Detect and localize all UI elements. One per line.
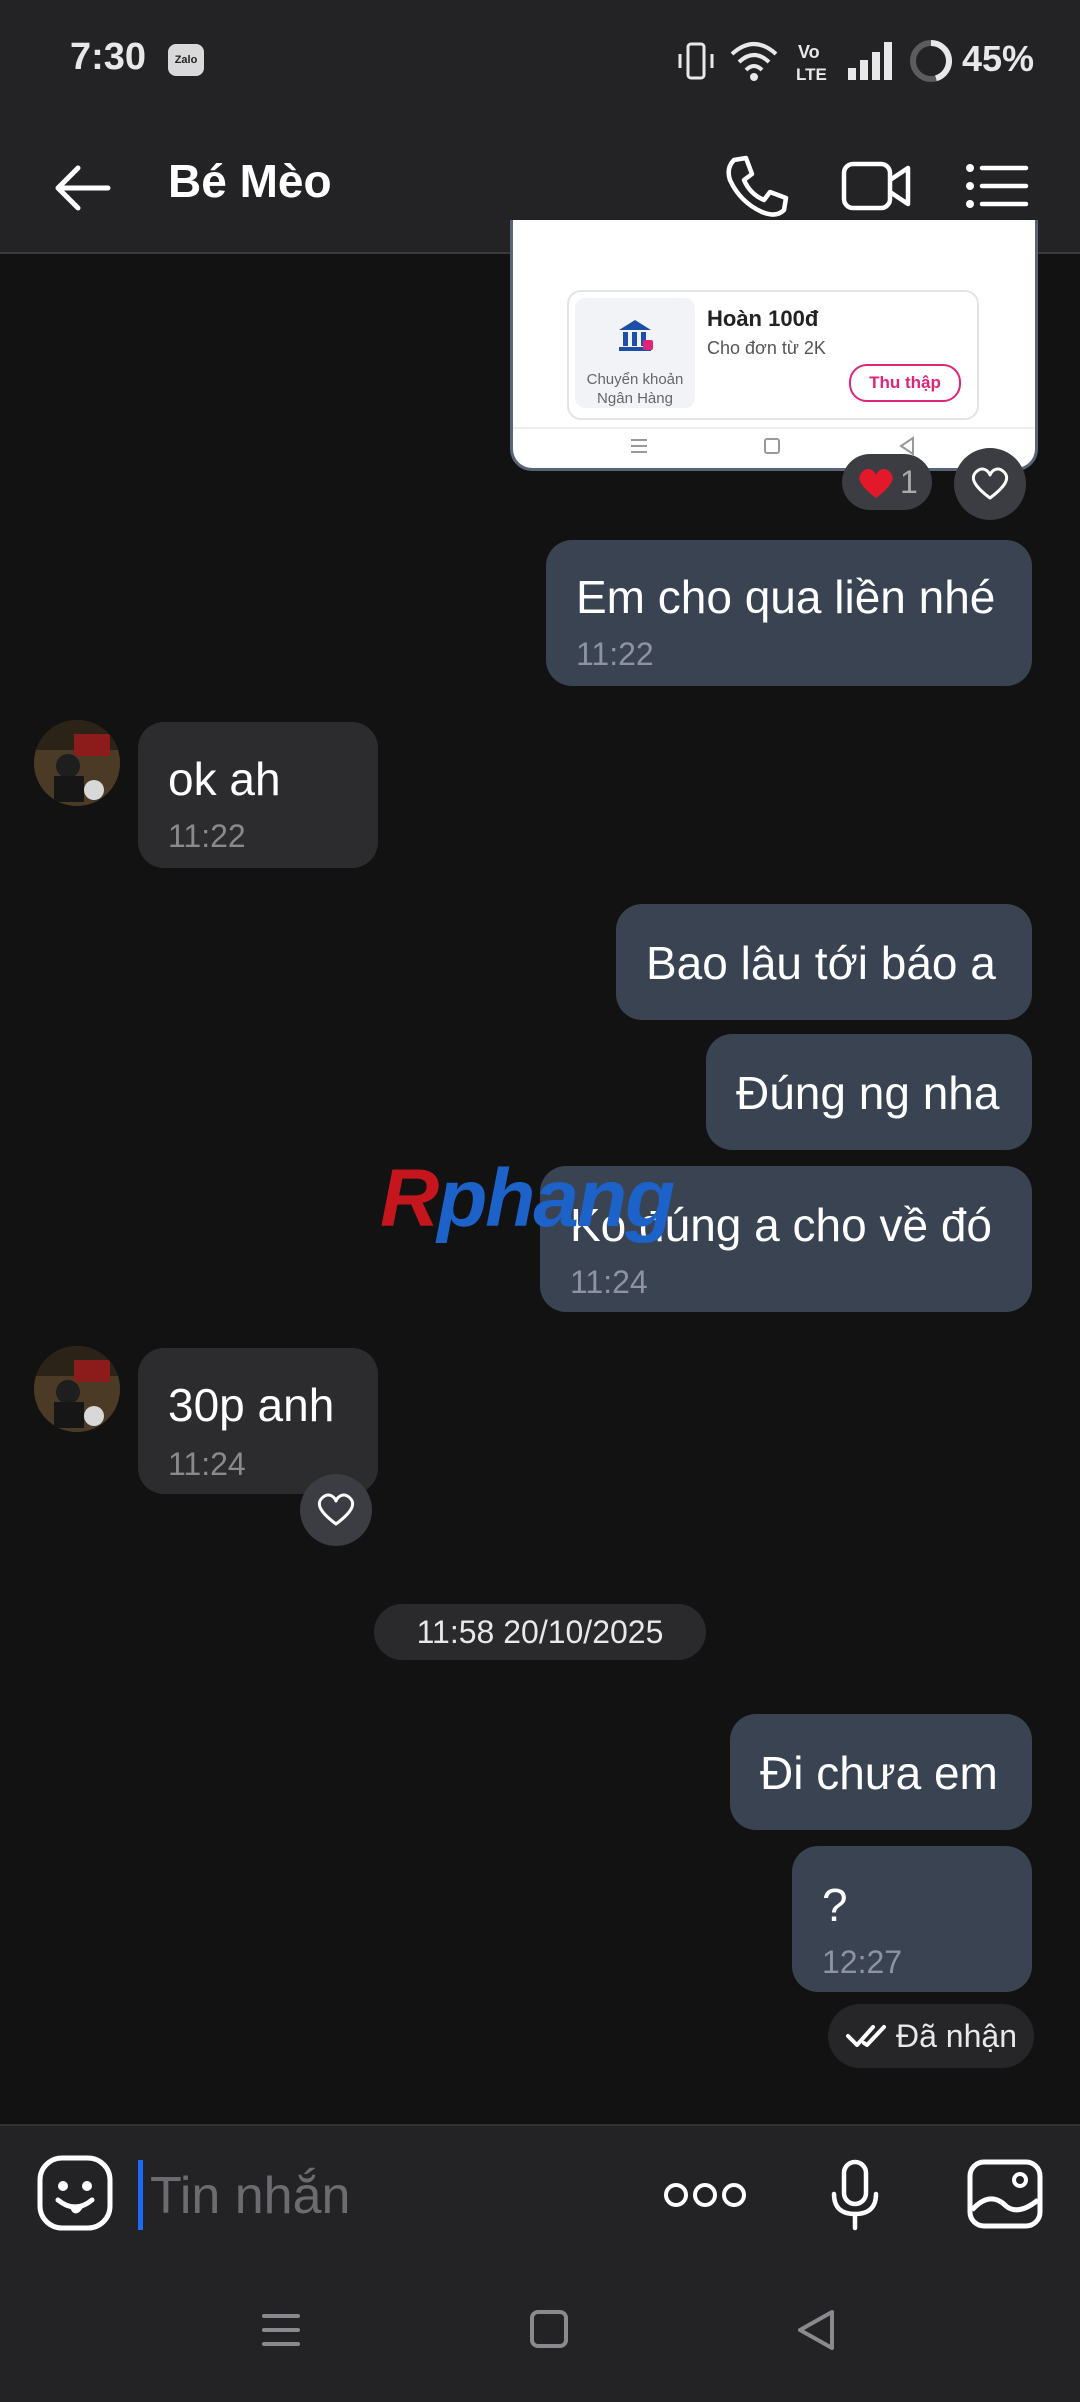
message-time: 11:22 [168, 818, 246, 854]
react-heart-button[interactable] [954, 448, 1026, 520]
cashback-condition: Cho đơn từ 2K [707, 338, 826, 358]
reaction-summary[interactable]: 1 [842, 454, 932, 510]
text-caret [138, 2160, 143, 2230]
message-bubble-outgoing[interactable]: Đi chưa em [730, 1714, 1032, 1830]
avatar[interactable] [34, 720, 120, 806]
message-bubble-outgoing[interactable]: Em cho qua liền nhé 11:22 [546, 540, 1032, 686]
message-time: 11:24 [570, 1264, 648, 1300]
emoji-sticker-icon[interactable] [36, 2154, 114, 2232]
back-nav-icon[interactable] [770, 2290, 860, 2370]
avatar-photo [34, 1346, 120, 1432]
heart-outline-icon [971, 467, 1009, 500]
avatar-photo [34, 720, 120, 806]
collect-button: Thu thập [849, 364, 961, 402]
recent-apps-icon[interactable] [236, 2290, 326, 2370]
watermark-logo: Rphang [380, 1153, 675, 1244]
status-time: 7:30 [70, 36, 147, 78]
bank-transfer-label: Chuyển khoản Ngân Hàng [586, 371, 684, 407]
message-time: 12:27 [822, 1944, 903, 1980]
message-bubble-incoming[interactable]: 30p anh 11:24 [138, 1348, 378, 1494]
battery-percent: 45% [962, 38, 1035, 79]
signal-icon [848, 42, 892, 80]
double-check-icon [846, 2025, 886, 2047]
image-gallery-icon[interactable] [966, 2156, 1044, 2232]
message-bubble-outgoing[interactable]: Đúng ng nha [706, 1034, 1032, 1150]
delivery-status-label: Đã nhận [896, 2018, 1017, 2054]
message-bubble-outgoing[interactable]: Bao lâu tới báo a [616, 904, 1032, 1020]
bank-transfer-tile: Chuyển khoản Ngân Hàng [575, 298, 695, 408]
message-text: ? [822, 1879, 848, 1931]
react-heart-button[interactable] [300, 1474, 372, 1546]
screenshot-nav-bar [513, 427, 1035, 456]
volte-icon: Vo LTE [796, 42, 827, 84]
delivery-status: Đã nhận [828, 2004, 1034, 2068]
avatar[interactable] [34, 1346, 120, 1432]
heart-outline-icon [317, 1493, 355, 1526]
reaction-count: 1 [900, 464, 918, 500]
message-text: Đi chưa em [760, 1747, 998, 1799]
message-input-placeholder[interactable]: Tin nhắn [150, 2166, 350, 2226]
cashback-title: Hoàn 100đ [707, 306, 819, 331]
menu-list-icon[interactable] [956, 146, 1036, 226]
message-text: Đúng ng nha [736, 1067, 1000, 1119]
more-options-icon[interactable] [662, 2172, 748, 2218]
video-call-icon[interactable] [836, 146, 916, 226]
bank-icon [619, 320, 653, 351]
message-text: Bao lâu tới báo a [646, 937, 996, 989]
message-time: 11:22 [576, 636, 654, 672]
battery-icon [910, 39, 953, 82]
phone-icon[interactable] [716, 146, 796, 226]
date-separator: 11:58 20/10/2025 [374, 1604, 706, 1660]
conversation-title[interactable]: Bé Mèo [168, 154, 332, 208]
red-heart-icon [859, 468, 893, 498]
vibrate-icon [678, 42, 714, 80]
microphone-icon[interactable] [826, 2158, 884, 2234]
svg-text:LTE: LTE [796, 65, 827, 84]
wifi-icon [730, 42, 778, 81]
svg-text:Vo: Vo [798, 42, 820, 62]
message-bubble-incoming[interactable]: ok ah 11:22 [138, 722, 378, 868]
image-message-screenshot[interactable]: Chuyển khoản Ngân Hàng Hoàn 100đ Cho đơn… [510, 220, 1038, 471]
message-time: 11:24 [168, 1446, 246, 1482]
message-text: Em cho qua liền nhé [576, 571, 996, 623]
back-arrow-icon[interactable] [40, 148, 130, 228]
zalo-notification-icon: Zalo [168, 44, 204, 76]
voucher-card: Chuyển khoản Ngân Hàng Hoàn 100đ Cho đơn… [567, 290, 979, 420]
message-bubble-outgoing[interactable]: ? 12:27 [792, 1846, 1032, 1992]
message-text: 30p anh [168, 1379, 335, 1431]
message-text: ok ah [168, 753, 281, 805]
home-icon[interactable] [504, 2290, 594, 2370]
